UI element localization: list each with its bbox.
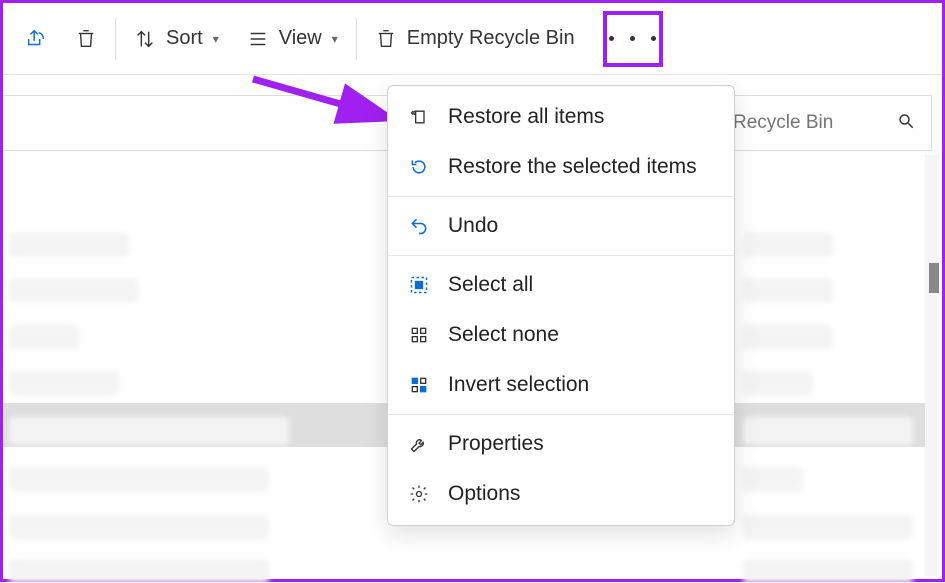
menu-label: Options <box>448 482 520 506</box>
separator <box>356 18 357 60</box>
delete-button[interactable] <box>61 11 111 67</box>
list-item[interactable] <box>9 559 269 583</box>
trash-icon <box>375 28 397 50</box>
scrollbar-thumb[interactable] <box>929 263 939 293</box>
list-item <box>743 559 913 583</box>
search-icon[interactable] <box>897 112 915 135</box>
list-item <box>743 371 813 395</box>
share-button[interactable] <box>11 11 61 67</box>
menu-label: Undo <box>448 214 498 238</box>
ellipsis-icon <box>609 36 614 41</box>
chevron-down-icon: ▾ <box>213 32 219 46</box>
restore-selected-menu-item[interactable]: Restore the selected items <box>388 142 734 192</box>
more-button[interactable] <box>606 11 659 67</box>
menu-label: Select none <box>448 323 559 347</box>
view-icon <box>247 28 269 50</box>
list-item[interactable] <box>9 417 289 445</box>
list-item <box>743 467 803 491</box>
undo-menu-item[interactable]: Undo <box>388 201 734 251</box>
menu-label: Select all <box>448 273 533 297</box>
view-button[interactable]: View ▾ <box>233 11 352 67</box>
list-item <box>743 233 833 257</box>
separator <box>115 18 116 60</box>
chevron-down-icon: ▾ <box>332 32 338 46</box>
list-item[interactable] <box>9 515 269 539</box>
menu-separator <box>388 414 734 415</box>
list-item[interactable] <box>9 371 119 395</box>
sort-icon <box>134 28 156 50</box>
share-icon <box>25 28 47 50</box>
restore-icon <box>408 156 430 178</box>
invert-selection-menu-item[interactable]: Invert selection <box>388 360 734 410</box>
empty-label: Empty Recycle Bin <box>407 27 575 50</box>
select-none-icon <box>408 324 430 346</box>
search-input[interactable] <box>733 112 883 134</box>
options-menu-item[interactable]: Options <box>388 469 734 519</box>
select-all-menu-item[interactable]: Select all <box>388 260 734 310</box>
list-item <box>743 278 833 302</box>
invert-selection-icon <box>408 374 430 396</box>
select-none-menu-item[interactable]: Select none <box>388 310 734 360</box>
restore-all-menu-item[interactable]: Restore all items <box>388 92 734 142</box>
scrollbar-track[interactable] <box>925 155 939 576</box>
more-button-highlight <box>603 11 663 67</box>
list-item[interactable] <box>9 233 129 257</box>
sort-button[interactable]: Sort ▾ <box>120 11 233 67</box>
menu-label: Invert selection <box>448 373 589 397</box>
list-item[interactable] <box>9 325 79 349</box>
menu-label: Properties <box>448 432 544 456</box>
list-item[interactable] <box>9 467 269 491</box>
undo-icon <box>408 215 430 237</box>
properties-menu-item[interactable]: Properties <box>388 419 734 469</box>
more-menu: Restore all items Restore the selected i… <box>387 85 735 526</box>
sort-label: Sort <box>166 27 203 50</box>
menu-separator <box>388 255 734 256</box>
empty-recycle-bin-button[interactable]: Empty Recycle Bin <box>361 11 589 67</box>
wrench-icon <box>408 433 430 455</box>
menu-separator <box>388 196 734 197</box>
list-item <box>743 417 913 445</box>
toolbar: Sort ▾ View ▾ Empty Recycle Bin <box>3 3 942 75</box>
list-item[interactable] <box>9 278 139 302</box>
menu-label: Restore the selected items <box>448 155 697 179</box>
menu-label: Restore all items <box>448 105 604 129</box>
trash-icon <box>75 28 97 50</box>
list-item <box>743 325 833 349</box>
list-item <box>743 515 913 539</box>
view-label: View <box>279 27 322 50</box>
restore-all-icon <box>408 106 430 128</box>
select-all-icon <box>408 274 430 296</box>
gear-icon <box>408 483 430 505</box>
